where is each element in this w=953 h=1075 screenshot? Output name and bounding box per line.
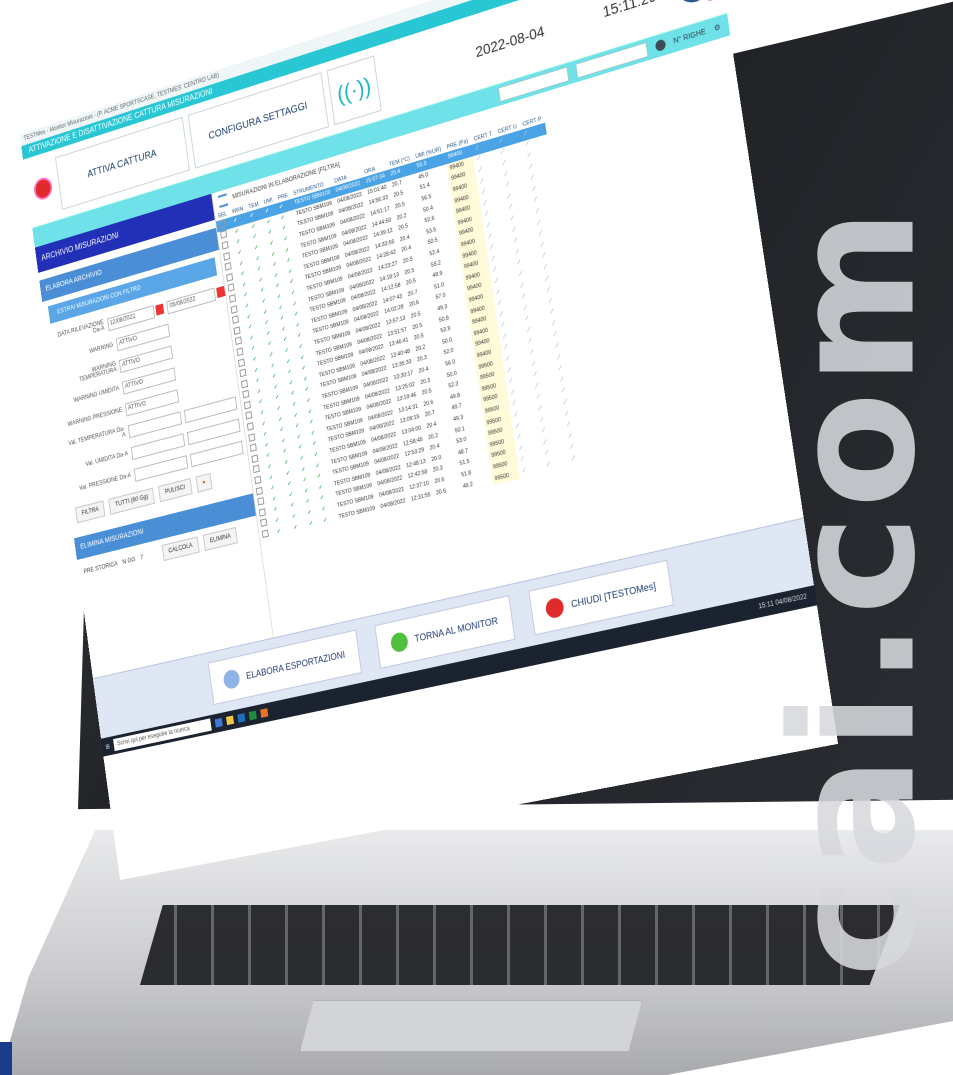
filtra-button[interactable]: FILTRA (75, 500, 106, 524)
configura-settaggi-label: CONFIGURA SETTAGGI (207, 99, 308, 142)
check-icon: ✓ (292, 523, 298, 532)
warning-icon[interactable]: ● (195, 472, 213, 493)
calcola-button[interactable]: CALCOLA (161, 536, 200, 562)
windows-start-icon[interactable]: ⊞ (105, 743, 110, 751)
torna-monitor-label: TORNA AL MONITOR (413, 615, 499, 645)
watermark: cai.com (756, 110, 953, 1070)
wifi-icon[interactable]: ((·)) (326, 55, 382, 126)
row-select-checkbox[interactable] (259, 527, 275, 541)
pulisci-button[interactable]: PULISCI (158, 478, 193, 503)
ngg-input[interactable]: 7 (140, 551, 158, 562)
check-icon: ✓ (322, 516, 328, 524)
check-icon: ✓ (276, 528, 282, 536)
gear-icon[interactable]: ⚙ (713, 23, 722, 34)
pre-storica-label: PRE STORICA (83, 561, 118, 576)
excel-icon[interactable] (248, 710, 257, 721)
elabora-esportazioni-label: ELABORA ESPORTAZIONI (245, 649, 346, 682)
elimina-button[interactable]: ELIMINA (202, 526, 238, 552)
close-icon (544, 596, 565, 620)
edge-icon[interactable] (214, 717, 223, 728)
righe-label: N° RIGHE (672, 27, 707, 46)
menu-icon[interactable] (217, 193, 229, 208)
database-icon (222, 668, 241, 691)
ngg-label: N GG (122, 556, 136, 566)
user-logout-icon[interactable] (673, 0, 714, 8)
folder-icon[interactable] (226, 715, 235, 726)
current-time: 15:11:29 (601, 0, 658, 21)
watermark-text: cai.com (756, 202, 953, 978)
check-icon: ✓ (308, 520, 314, 528)
current-date: 2022-08-04 (474, 22, 546, 61)
back-arrow-icon (389, 631, 409, 654)
search-icon[interactable] (654, 38, 667, 53)
stop-icon[interactable] (32, 175, 54, 203)
chiudi-label: CHIUDI [TESTOMes] (570, 580, 657, 610)
calendar-icon[interactable] (216, 285, 226, 299)
word-icon[interactable] (237, 713, 246, 723)
app-screen: TESTMes - Monitor Misurazioni - (P. ACME… (19, 0, 839, 880)
attiva-cattura-label: ATTIVA CATTURA (86, 147, 158, 181)
firefox-icon[interactable] (260, 708, 269, 718)
calendar-icon[interactable] (155, 303, 165, 316)
tutti-button[interactable]: TUTTI (60 Gg) (108, 487, 156, 515)
